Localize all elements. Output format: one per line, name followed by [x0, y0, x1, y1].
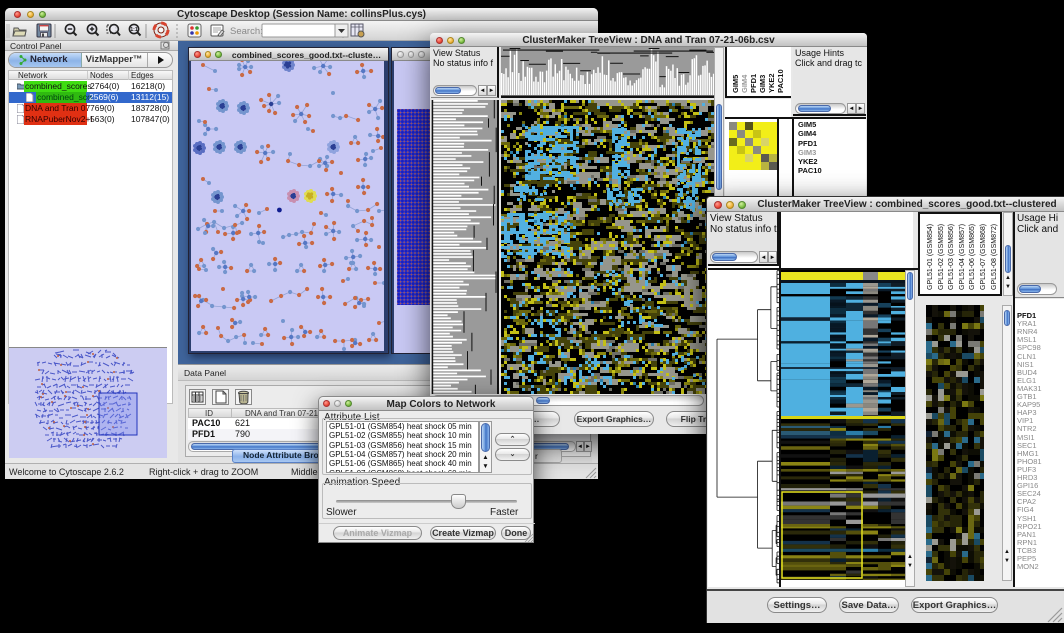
svg-text:1:1: 1:1: [130, 27, 137, 33]
svg-text:Search:: Search:: [230, 26, 263, 37]
